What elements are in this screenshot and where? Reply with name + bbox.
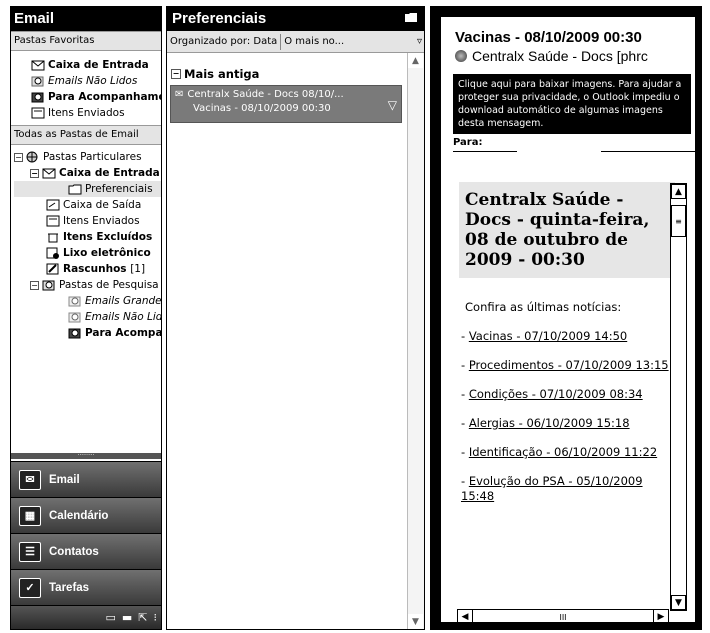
tasks-button[interactable]: ✓ Tarefas xyxy=(11,569,161,605)
scroll-thumb[interactable]: III xyxy=(559,613,566,622)
contacts-icon: ☰ xyxy=(19,541,41,562)
collapse-icon[interactable]: − xyxy=(14,152,23,162)
outbox-icon xyxy=(46,199,60,211)
favorite-followup[interactable]: Para Acompanhamento xyxy=(31,89,161,105)
message-from-header: Centralx Saúde - Docs [phrc xyxy=(441,46,695,64)
search-folder-icon xyxy=(68,295,82,307)
news-link[interactable]: - Procedimentos - 07/10/2009 13:15 xyxy=(459,358,677,373)
all-folders-header[interactable]: Todas as Pastas de Email xyxy=(11,125,161,145)
message-list-pane: Preferenciais Organizado por: Data O mai… xyxy=(166,6,425,630)
message-sender: Centralx Saúde - Docs xyxy=(187,89,299,100)
message-subject: Vacinas - 08/10/2009 00:30 xyxy=(193,103,331,114)
tree-junk[interactable]: Lixo eletrônico xyxy=(14,245,161,261)
tree-sent[interactable]: Itens Enviados xyxy=(14,213,161,229)
filter-icon[interactable]: ▿ xyxy=(415,34,424,50)
trash-icon xyxy=(46,231,60,243)
calendar-icon: ▦ xyxy=(19,505,41,526)
scroll-thumb[interactable]: ≡ xyxy=(671,205,686,237)
tree-drafts[interactable]: Rascunhos [1] xyxy=(14,261,161,277)
nav-pane-title: Email xyxy=(11,7,161,31)
navigation-pane: Email Pastas Favoritas Caixa de Entrada … xyxy=(10,6,162,630)
tree-inbox[interactable]: − Caixa de Entrada xyxy=(14,165,161,181)
tree-large-emails[interactable]: Emails Grandes xyxy=(14,293,161,309)
blocked-images-infobar[interactable]: Clique aqui para baixar imagens. Para aj… xyxy=(453,74,691,134)
newsletter-title: Centralx Saúde - Docs - quinta-feira, 08… xyxy=(459,182,675,278)
scroll-up-icon[interactable]: ▲ xyxy=(671,184,686,199)
folder-tree: − Pastas Particulares − Caixa de Entrada… xyxy=(11,145,161,341)
search-folder-icon xyxy=(68,327,82,339)
news-link[interactable]: - Evolução do PSA - 05/10/2009 15:48 xyxy=(459,474,677,504)
inbox-icon xyxy=(42,167,56,179)
news-link[interactable]: - Identificação - 06/10/2009 11:22 xyxy=(459,445,677,460)
news-link[interactable]: - Alergias - 06/10/2009 15:18 xyxy=(459,416,677,431)
nav-shortcuts-bar: ▭ ▬ ⇱ ⁝ xyxy=(11,605,161,629)
contacts-button[interactable]: ☰ Contatos xyxy=(11,533,161,569)
calendar-button[interactable]: ▦ Calendário xyxy=(11,497,161,533)
tree-search-folders[interactable]: − Pastas de Pesquisa xyxy=(14,277,161,293)
sent-icon xyxy=(46,215,60,227)
group-header[interactable]: − Mais antiga xyxy=(167,67,405,81)
drafts-icon xyxy=(46,263,60,275)
reading-pane: Vacinas - 08/10/2009 00:30 Centralx Saúd… xyxy=(430,6,702,630)
folder-icon xyxy=(68,183,82,195)
search-folder-icon xyxy=(42,279,56,291)
message-subject-header: Vacinas - 08/10/2009 00:30 xyxy=(455,29,642,46)
collapse-icon[interactable]: − xyxy=(30,280,39,290)
folder-title: Preferenciais xyxy=(172,10,267,27)
favorite-sent[interactable]: Itens Enviados xyxy=(31,105,161,121)
search-folder-icon xyxy=(68,311,82,323)
tasks-icon: ✓ xyxy=(19,577,41,598)
tree-followup[interactable]: Para Acompanhamento xyxy=(14,325,161,341)
message-body: Centralx Saúde - Docs - quinta-feira, 08… xyxy=(459,182,677,612)
favorite-unread[interactable]: Emails Não Lidos xyxy=(31,73,161,89)
list-header: Preferenciais xyxy=(167,7,424,31)
message-date: 08/10/... xyxy=(301,89,344,100)
search-folder-icon xyxy=(31,91,45,103)
scroll-right-icon[interactable]: ▶ xyxy=(652,609,668,622)
message-list: − Mais antiga ✉ Centralx Saúde - Docs 08… xyxy=(167,53,405,123)
folder-list-icon[interactable]: ▬ xyxy=(122,611,132,624)
tree-unread-emails[interactable]: Emails Não Lidos xyxy=(14,309,161,325)
splitter-handle[interactable]: ········· xyxy=(11,453,161,459)
favorite-inbox[interactable]: Caixa de Entrada xyxy=(31,57,161,73)
junk-icon xyxy=(46,247,60,259)
globe-folder-icon xyxy=(26,151,40,163)
scroll-down-icon[interactable]: ▼ xyxy=(408,614,423,629)
tree-preferenciais[interactable]: Preferenciais xyxy=(14,181,161,197)
sort-order-button[interactable]: O mais no... xyxy=(281,34,415,50)
list-vertical-scrollbar[interactable]: ▲ ▼ xyxy=(407,53,424,629)
scroll-left-icon[interactable]: ◀ xyxy=(458,609,473,622)
favorites-list: Caixa de Entrada Emails Não Lidos Para A… xyxy=(11,51,161,125)
news-intro: Confira as últimas notícias: xyxy=(465,300,622,314)
shortcuts-icon[interactable]: ⇱ xyxy=(138,611,147,624)
arrange-bar: Organizado por: Data O mais no... ▿ xyxy=(167,31,424,53)
news-link[interactable]: - Condições - 07/10/2009 08:34 xyxy=(459,387,677,402)
presence-icon xyxy=(455,50,467,62)
tree-deleted[interactable]: Itens Excluídos xyxy=(14,229,161,245)
arrange-by-button[interactable]: Organizado por: Data xyxy=(167,33,282,50)
flag-icon[interactable]: ▽ xyxy=(388,98,397,112)
email-button[interactable]: ✉ Email xyxy=(11,461,161,497)
open-envelope-icon: ✉ xyxy=(175,89,184,100)
folder-icon xyxy=(404,7,418,31)
to-line: Para: xyxy=(453,137,695,153)
favorites-header[interactable]: Pastas Favoritas xyxy=(11,31,161,51)
search-folder-icon xyxy=(31,75,45,87)
sent-icon xyxy=(31,107,45,119)
scroll-up-icon[interactable]: ▲ xyxy=(408,53,423,68)
nav-buttons: ✉ Email ▦ Calendário ☰ Contatos ✓ Tarefas ▭ … xyxy=(11,461,161,629)
scroll-down-icon[interactable]: ▼ xyxy=(671,595,686,610)
message-item[interactable]: ✉ Centralx Saúde - Docs 08/10/... Vacina… xyxy=(170,85,402,123)
body-vertical-scrollbar[interactable]: ▲ ≡ ▼ xyxy=(670,183,687,611)
body-horizontal-scrollbar[interactable]: ◀ III ▶ xyxy=(457,609,669,622)
envelope-icon: ✉ xyxy=(19,469,41,490)
tree-personal-folders[interactable]: − Pastas Particulares xyxy=(14,149,161,165)
collapse-icon[interactable]: − xyxy=(171,69,181,79)
inbox-icon xyxy=(31,59,45,71)
notes-icon[interactable]: ▭ xyxy=(105,611,115,624)
configure-buttons-icon[interactable]: ⁝ xyxy=(154,611,158,624)
news-link[interactable]: - Vacinas - 07/10/2009 14:50 xyxy=(459,329,677,344)
collapse-icon[interactable]: − xyxy=(30,168,39,178)
tree-outbox[interactable]: Caixa de Saída xyxy=(14,197,161,213)
